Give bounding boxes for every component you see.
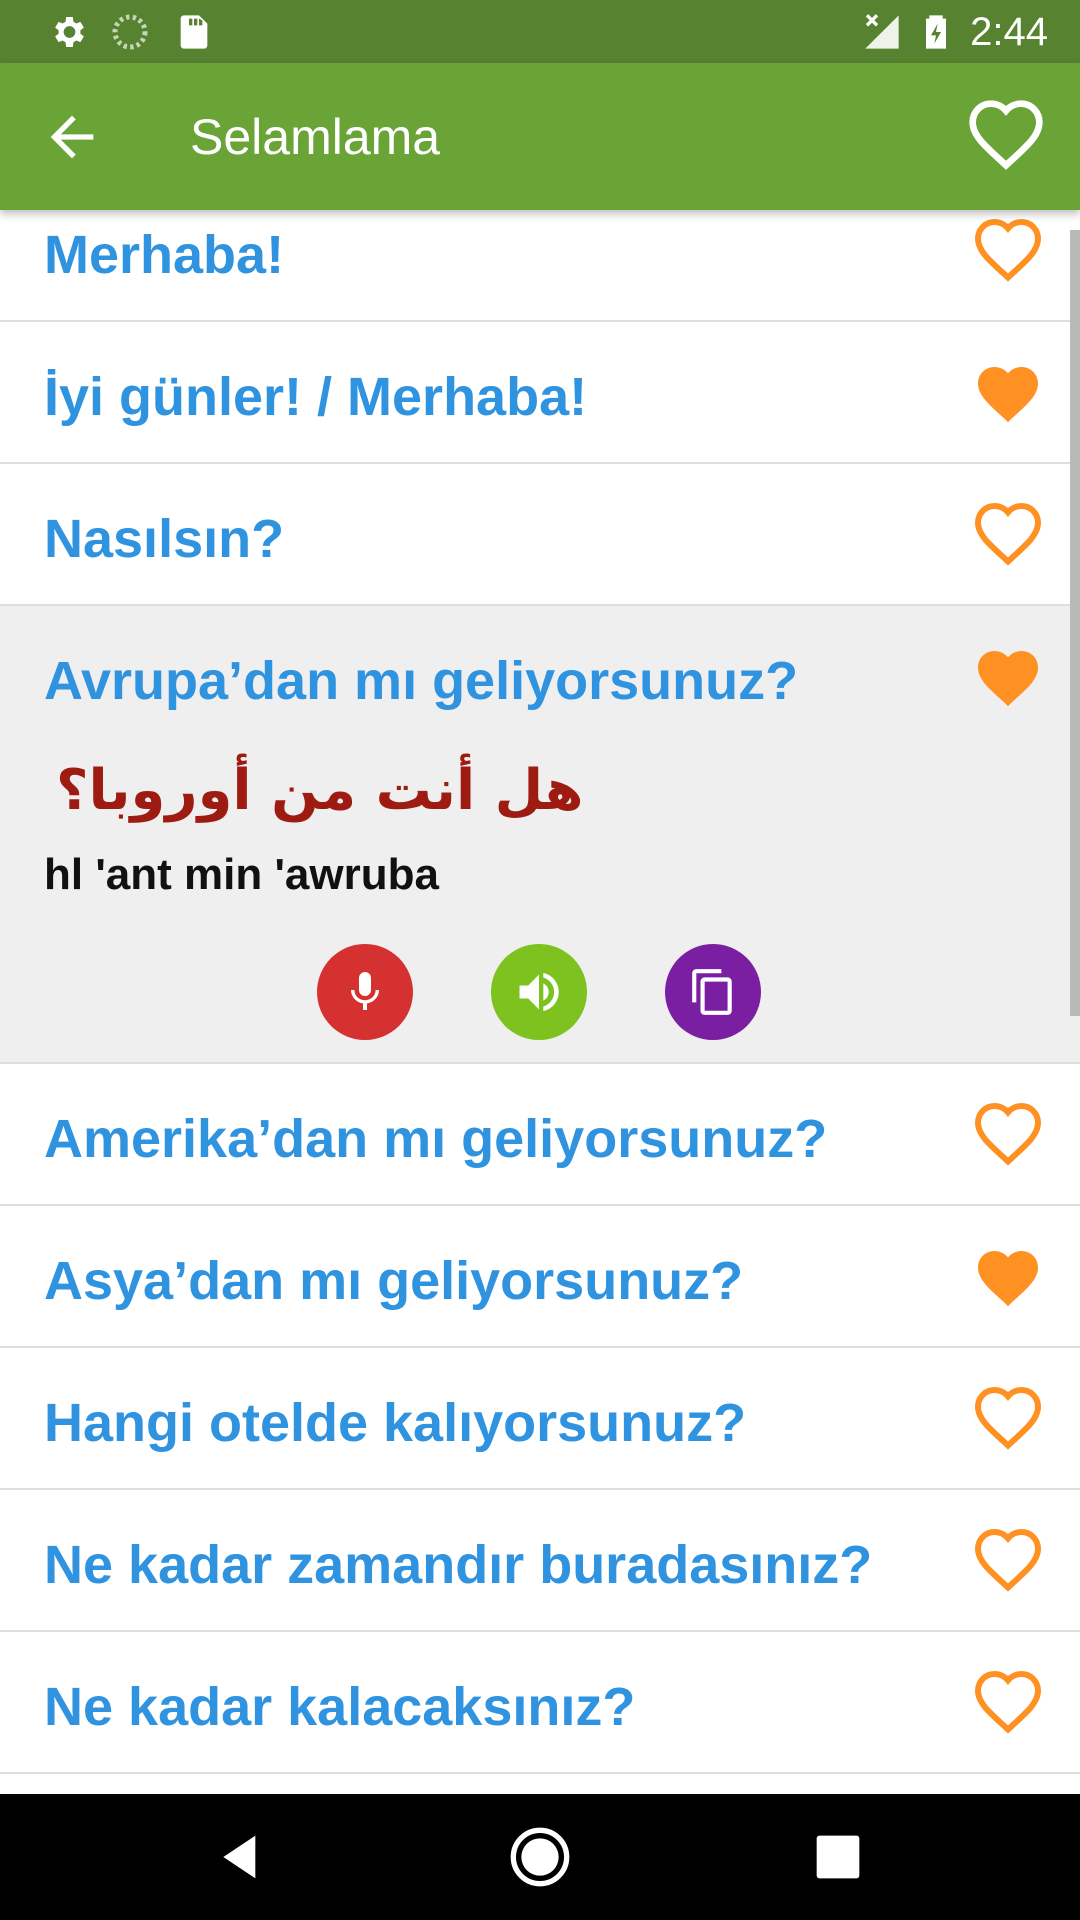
speaker-icon (519, 972, 559, 1012)
transliteration: hl 'ant min 'awruba (44, 850, 439, 899)
phrase-text: Asya’dan mı geliyorsunuz? (44, 1251, 744, 1311)
battery-charging-icon (926, 15, 946, 49)
heart-outline-icon[interactable] (970, 1384, 1046, 1456)
heart-outline-icon[interactable] (970, 500, 1046, 572)
arrow-left-icon[interactable] (40, 105, 104, 169)
microphone-button[interactable] (317, 944, 413, 1040)
heart-filled-icon[interactable] (970, 642, 1046, 714)
status-bar: 2:44 (0, 0, 1080, 63)
list-item[interactable]: Nasılsın? (0, 464, 1080, 606)
arabic-translation: هل أنت من أوروبا؟ (56, 758, 584, 823)
status-clock: 2:44 (970, 10, 1048, 54)
heart-outline-icon[interactable] (970, 216, 1046, 288)
navigation-bar (0, 1794, 1080, 1920)
phrase-text: Ne kadar zamandır buradasınız? (44, 1535, 873, 1595)
phrase-text: Merhaba! (44, 225, 285, 285)
heart-outline-icon[interactable] (970, 1668, 1046, 1740)
phrase-text: İyi günler! / Merhaba! (44, 367, 588, 427)
heart-outline-icon[interactable] (966, 97, 1046, 177)
heart-filled-icon[interactable] (970, 1242, 1046, 1314)
phrase-text: Avrupa’dan mı geliyorsunuz? (44, 651, 799, 711)
copy-icon (692, 969, 732, 1015)
app-bar: Selamlama (0, 63, 1080, 210)
list-item[interactable]: Amerika’dan mı geliyorsunuz? (0, 1064, 1080, 1206)
list-item-expanded[interactable]: Avrupa’dan mı geliyorsunuz? هل أنت من أو… (0, 606, 1080, 1064)
scrollbar[interactable] (1070, 230, 1080, 1016)
phrase-text: Hangi otelde kalıyorsunuz? (44, 1393, 747, 1453)
phrase-list[interactable]: Merhaba! İyi günler! / Merhaba! Nasılsın… (0, 210, 1080, 1794)
list-item[interactable]: Merhaba! (0, 210, 1080, 322)
heart-outline-icon[interactable] (970, 1100, 1046, 1172)
phrase-text: Amerika’dan mı geliyorsunuz? (44, 1109, 828, 1169)
heart-filled-icon[interactable] (970, 358, 1046, 430)
sync-icon (112, 14, 148, 50)
sd-card-icon (180, 15, 208, 49)
speaker-button[interactable] (491, 944, 587, 1040)
gear-icon (55, 17, 84, 47)
signal-icon (865, 14, 899, 49)
phrase-text: Nasılsın? (44, 509, 285, 569)
list-item[interactable]: Ne kadar kalacaksınız? (0, 1632, 1080, 1774)
list-item[interactable]: İyi günler! / Merhaba! (0, 322, 1080, 464)
recents-square-icon[interactable] (806, 1825, 870, 1889)
list-item[interactable]: Asya’dan mı geliyorsunuz? (0, 1206, 1080, 1348)
microphone-icon (351, 972, 379, 1010)
list-item[interactable]: Hangi otelde kalıyorsunuz? (0, 1348, 1080, 1490)
list-item[interactable]: Ne kadar zamandır buradasınız? (0, 1490, 1080, 1632)
page-title: Selamlama (190, 109, 441, 165)
back-triangle-icon[interactable] (210, 1825, 274, 1889)
home-circle-icon[interactable] (508, 1825, 572, 1889)
phrase-text: Ne kadar kalacaksınız? (44, 1677, 636, 1737)
heart-outline-icon[interactable] (970, 1526, 1046, 1598)
copy-button[interactable] (665, 944, 761, 1040)
